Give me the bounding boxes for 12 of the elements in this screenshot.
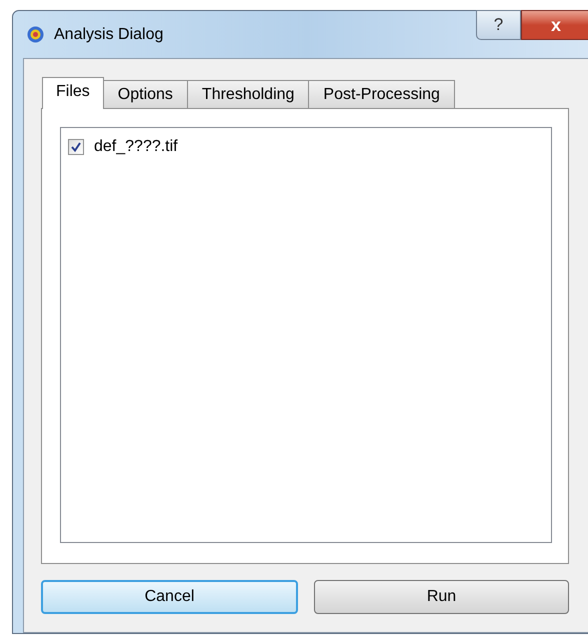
close-button[interactable]: x bbox=[521, 10, 588, 40]
tab[interactable]: Post-Processing bbox=[308, 80, 455, 108]
tab[interactable]: Thresholding bbox=[186, 80, 310, 108]
tab[interactable]: Files bbox=[42, 77, 104, 109]
checkbox[interactable] bbox=[68, 139, 84, 155]
tab[interactable]: Options bbox=[102, 80, 188, 108]
dialog-button[interactable]: Run bbox=[314, 580, 569, 614]
help-button[interactable]: ? bbox=[476, 10, 521, 40]
window-title: Analysis Dialog bbox=[54, 24, 164, 44]
dialog-button[interactable]: Cancel bbox=[41, 580, 298, 614]
app-logo-icon bbox=[27, 26, 44, 43]
file-name: def_????.tif bbox=[94, 137, 178, 157]
